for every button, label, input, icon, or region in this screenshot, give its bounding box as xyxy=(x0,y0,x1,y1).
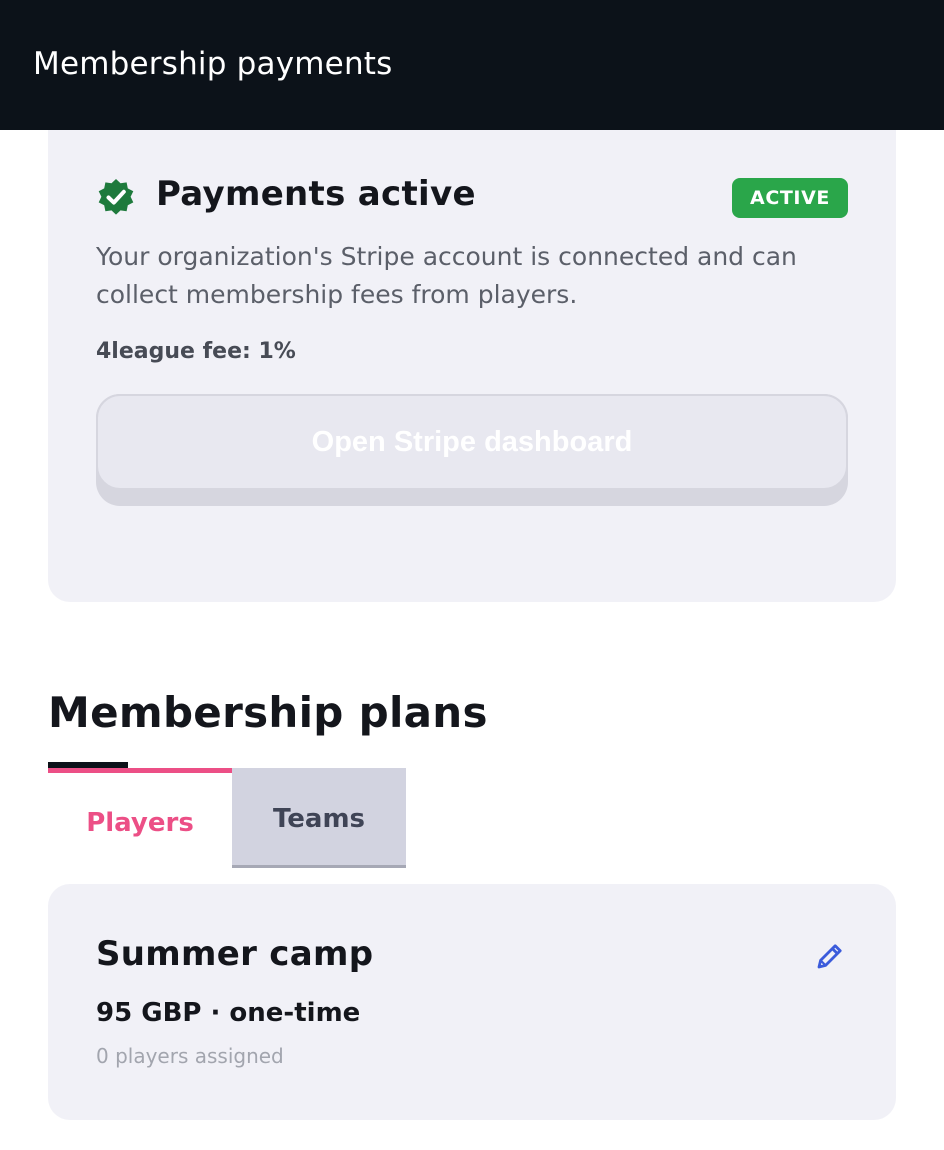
plan-assigned-count: 0 players assigned xyxy=(96,1044,284,1068)
status-badge: ACTIVE xyxy=(732,178,848,218)
open-stripe-dashboard-label: Open Stripe dashboard xyxy=(96,394,848,490)
platform-fee-label: 4league fee: 1% xyxy=(96,339,296,364)
plan-name: Summer camp xyxy=(96,934,374,974)
tab-players[interactable]: Players xyxy=(48,768,232,868)
payments-status-title: Payments active xyxy=(156,174,476,214)
page-title: Membership payments xyxy=(33,46,393,82)
pencil-icon[interactable] xyxy=(814,940,846,972)
verified-check-icon xyxy=(98,179,134,215)
open-stripe-dashboard-button[interactable]: Open Stripe dashboard xyxy=(96,394,848,506)
membership-plans-heading: Membership plans xyxy=(48,688,488,737)
plan-price: 95 GBP · one-time xyxy=(96,998,361,1028)
payments-description: Your organization's Stripe account is co… xyxy=(96,242,797,309)
tab-teams[interactable]: Teams xyxy=(232,768,406,868)
top-app-bar: Membership payments xyxy=(0,0,944,130)
